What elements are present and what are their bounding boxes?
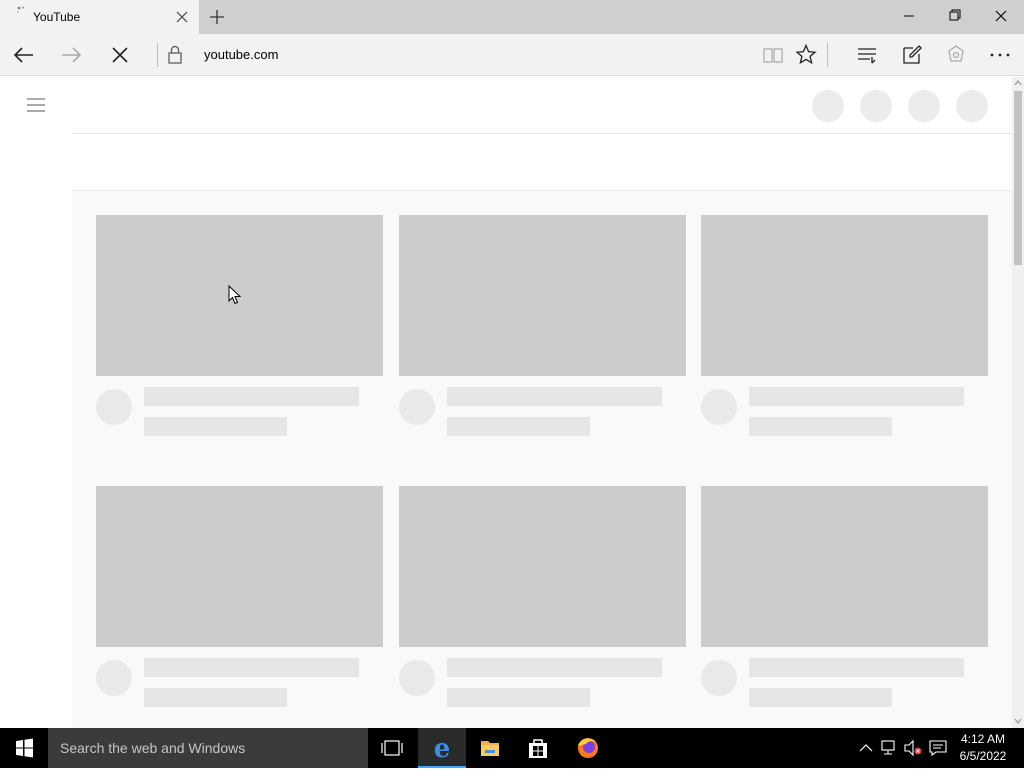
masthead-placeholder-circle xyxy=(812,90,844,122)
channel-avatar-placeholder xyxy=(96,660,132,696)
channel-avatar-placeholder xyxy=(96,389,132,425)
back-arrow-icon[interactable] xyxy=(11,42,37,68)
stop-loading-icon[interactable] xyxy=(107,42,133,68)
metadata-placeholder xyxy=(447,688,590,707)
favorite-star-icon[interactable] xyxy=(793,42,819,68)
thumbnail-placeholder[interactable] xyxy=(701,215,988,376)
web-page-viewport xyxy=(0,77,1024,728)
tab-title: YouTube xyxy=(33,10,81,24)
title-placeholder xyxy=(144,387,359,406)
metadata-placeholder xyxy=(749,417,892,436)
address-bar-url[interactable]: youtube.com xyxy=(204,47,278,62)
search-placeholder: Search the web and Windows xyxy=(60,740,246,756)
masthead-placeholder-circle xyxy=(908,90,940,122)
scrollbar-thumb[interactable] xyxy=(1014,91,1022,265)
minimize-window-icon[interactable] xyxy=(886,0,932,32)
tab-close-icon[interactable] xyxy=(173,8,191,26)
taskbar-clock[interactable]: 4:12 AM 6/5/2022 xyxy=(952,731,1014,765)
browser-tab-strip: YouTube xyxy=(0,0,1024,34)
toolbar-divider xyxy=(827,43,828,67)
hub-icon[interactable] xyxy=(855,42,881,68)
metadata-placeholder xyxy=(447,417,590,436)
browser-navigation-bar: youtube.com xyxy=(0,34,1024,76)
svg-text:e: e xyxy=(434,734,451,764)
chip-bar-placeholder xyxy=(72,134,1012,190)
windows-taskbar: Search the web and Windows e 4:12 AM 6/5… xyxy=(0,728,1024,768)
metadata-placeholder xyxy=(749,688,892,707)
youtube-masthead xyxy=(0,77,1012,133)
scroll-down-arrow-icon[interactable] xyxy=(1014,717,1022,725)
title-placeholder xyxy=(144,658,359,677)
edge-browser-icon: e xyxy=(434,734,451,764)
page-scrollbar[interactable] xyxy=(1012,77,1024,728)
forward-arrow-icon[interactable] xyxy=(58,42,84,68)
title-placeholder xyxy=(447,387,662,406)
title-placeholder xyxy=(749,387,964,406)
file-explorer-folder-icon[interactable] xyxy=(466,728,514,768)
mouse-pointer-icon xyxy=(228,285,242,305)
video-feed-skeleton xyxy=(72,191,1012,728)
toolbar-divider xyxy=(157,43,158,67)
thumbnail-placeholder[interactable] xyxy=(96,486,383,647)
channel-avatar-placeholder xyxy=(399,660,435,696)
clock-date: 6/5/2022 xyxy=(959,749,1007,763)
thumbnail-placeholder[interactable] xyxy=(399,486,686,647)
scroll-up-arrow-icon[interactable] xyxy=(1014,79,1022,87)
loading-spinner-icon xyxy=(17,6,24,13)
masthead-placeholder-circle xyxy=(956,90,988,122)
web-note-pen-icon[interactable] xyxy=(899,42,925,68)
thumbnail-placeholder[interactable] xyxy=(399,215,686,376)
metadata-placeholder xyxy=(144,688,287,707)
more-options-icon[interactable] xyxy=(987,42,1013,68)
show-hidden-icons-chevron-icon[interactable] xyxy=(856,738,876,758)
browser-tab-youtube[interactable]: YouTube xyxy=(0,0,199,34)
restore-window-icon[interactable] xyxy=(932,0,978,32)
hamburger-menu-icon[interactable] xyxy=(24,93,48,117)
channel-avatar-placeholder xyxy=(701,389,737,425)
channel-avatar-placeholder xyxy=(399,389,435,425)
metadata-placeholder xyxy=(144,417,287,436)
windows-start-icon[interactable] xyxy=(0,728,48,768)
taskbar-search-box[interactable]: Search the web and Windows xyxy=(48,728,368,768)
channel-avatar-placeholder xyxy=(701,660,737,696)
reading-view-icon[interactable] xyxy=(760,42,786,68)
close-window-icon[interactable] xyxy=(978,0,1024,32)
share-icon[interactable] xyxy=(943,42,969,68)
lock-icon[interactable] xyxy=(166,44,184,64)
store-bag-icon[interactable] xyxy=(514,728,562,768)
network-icon[interactable] xyxy=(879,738,899,758)
title-placeholder xyxy=(447,658,662,677)
firefox-icon[interactable] xyxy=(564,728,612,768)
edge-taskbar-button[interactable]: e xyxy=(418,728,466,768)
task-view-icon[interactable] xyxy=(368,728,416,768)
volume-muted-icon[interactable] xyxy=(903,738,923,758)
masthead-placeholder-circle xyxy=(860,90,892,122)
new-tab-plus-icon[interactable] xyxy=(205,5,229,29)
thumbnail-placeholder[interactable] xyxy=(701,486,988,647)
action-center-icon[interactable] xyxy=(928,738,948,758)
clock-time: 4:12 AM xyxy=(960,732,1006,746)
title-placeholder xyxy=(749,658,964,677)
